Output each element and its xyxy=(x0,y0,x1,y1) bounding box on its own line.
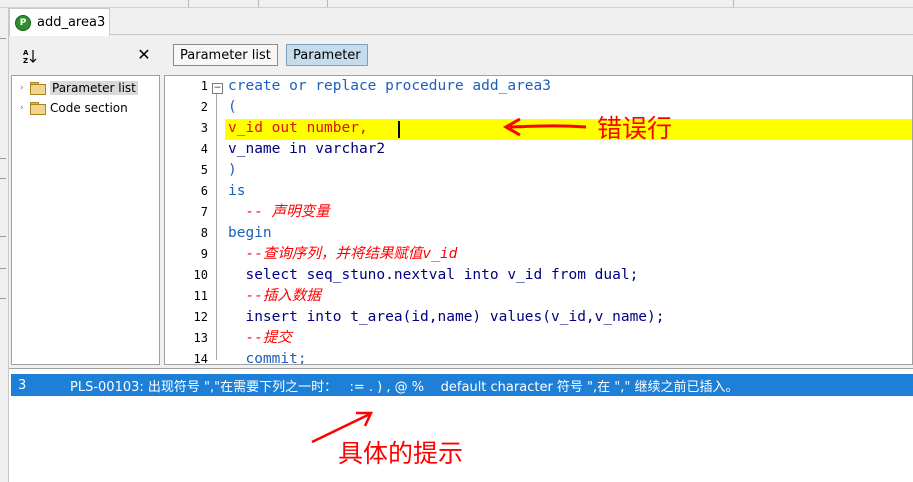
line-number: 4 xyxy=(200,142,208,156)
text-caret xyxy=(398,121,400,138)
tree-item-label: Code section xyxy=(50,101,128,115)
compile-message-row[interactable]: 3 PLS-00103: 出现符号 ","在需要下列之一时： := . ) , … xyxy=(11,374,913,396)
code-text: commit; xyxy=(228,351,307,365)
chevron-right-icon[interactable]: › xyxy=(20,103,30,113)
line-number: 10 xyxy=(193,268,208,282)
collapse-icon[interactable]: − xyxy=(212,83,223,94)
line-number: 5 xyxy=(200,163,208,177)
top-strip-divider xyxy=(327,0,328,7)
code-text: ( xyxy=(228,99,237,115)
fold-guide xyxy=(216,90,217,360)
left-dock-edge xyxy=(0,8,9,482)
sort-az-icon-glyph: A Z xyxy=(23,49,37,64)
line-number: 7 xyxy=(200,205,208,219)
dock-tick xyxy=(0,298,6,299)
code-text: v_name in varchar2 xyxy=(228,141,386,157)
tab-parameter-list[interactable]: Parameter list xyxy=(173,44,278,66)
annotation-hint: 具体的提示 xyxy=(338,439,464,468)
code-line[interactable]: create or replace procedure add_area3 xyxy=(228,76,551,97)
plsql-procedure-icon: P xyxy=(15,14,31,31)
code-comment: --查询序列，并将结果赋值v_id xyxy=(228,246,458,262)
document-tab-label: add_area3 xyxy=(37,15,106,30)
svg-text:Z: Z xyxy=(23,57,28,64)
code-text: is xyxy=(228,183,246,199)
top-strip-divider xyxy=(258,0,259,7)
line-number: 8 xyxy=(200,226,208,240)
code-line[interactable]: -- 声明变量 xyxy=(228,202,330,223)
line-number-gutter: 1 2 3 4 5 6 7 8 9 10 11 12 13 14 xyxy=(165,76,208,365)
line-number: 3 xyxy=(200,121,208,135)
code-comment: --提交 xyxy=(228,330,292,346)
line-number: 6 xyxy=(200,184,208,198)
code-line[interactable]: --提交 xyxy=(228,328,292,349)
code-text: ) xyxy=(228,162,237,178)
top-strip-divider xyxy=(733,0,734,7)
code-line[interactable]: ( xyxy=(228,97,237,118)
dock-tick xyxy=(0,158,6,159)
code-text: select seq_stuno.nextval into v_id from … xyxy=(228,267,639,283)
code-line[interactable]: ) xyxy=(228,160,237,181)
line-number: 1 xyxy=(200,79,208,93)
code-text: v_id out number, xyxy=(228,120,368,136)
line-number: 14 xyxy=(193,352,208,365)
annotation-error-line: 错误行 xyxy=(597,114,673,143)
folder-icon xyxy=(30,82,46,95)
code-line[interactable]: select seq_stuno.nextval into v_id from … xyxy=(228,265,638,286)
message-line-number: 3 xyxy=(18,377,27,393)
folder-icon xyxy=(30,102,46,115)
document-tab[interactable]: P add_area3 xyxy=(9,8,110,36)
tree-item-parameter-list[interactable]: › Parameter list xyxy=(20,79,138,97)
close-icon[interactable]: ✕ xyxy=(136,45,152,64)
line-number: 11 xyxy=(193,289,208,303)
code-line-error[interactable]: v_id out number, xyxy=(228,118,368,139)
sort-az-icon[interactable]: A Z xyxy=(20,46,40,66)
tree-item-label: Parameter list xyxy=(50,81,138,95)
code-comment: --插入数据 xyxy=(228,288,321,304)
code-line[interactable]: v_name in varchar2 xyxy=(228,139,385,160)
svg-text:A: A xyxy=(23,49,29,57)
line-number: 2 xyxy=(200,100,208,114)
line-number: 12 xyxy=(193,310,208,324)
chevron-right-icon[interactable]: › xyxy=(20,83,30,93)
code-line[interactable]: --插入数据 xyxy=(228,286,321,307)
tree-item-code-section[interactable]: › Code section xyxy=(20,99,128,117)
dock-tick xyxy=(0,268,6,269)
code-line[interactable]: insert into t_area(id,name) values(v_id,… xyxy=(228,307,665,328)
code-text: insert into t_area(id,name) values(v_id,… xyxy=(228,309,665,325)
top-strip-divider xyxy=(188,0,189,7)
code-comment: -- 声明变量 xyxy=(228,204,330,220)
code-text: create or replace procedure add_area3 xyxy=(228,78,552,94)
tab-parameter[interactable]: Parameter xyxy=(286,44,368,66)
code-text: begin xyxy=(228,225,272,241)
line-number: 13 xyxy=(193,331,208,345)
code-line[interactable]: begin xyxy=(228,223,272,244)
annotation-arrow-left-icon xyxy=(502,117,587,137)
navigator-tree: › Parameter list › Code section xyxy=(11,75,160,365)
line-number: 9 xyxy=(200,247,208,261)
dock-tick xyxy=(0,178,6,179)
dock-tick xyxy=(0,236,6,237)
document-tab-bar xyxy=(9,8,913,35)
code-line[interactable]: commit; xyxy=(228,349,307,365)
top-strip xyxy=(0,0,913,8)
code-line[interactable]: is xyxy=(228,181,245,202)
code-line[interactable]: --查询序列，并将结果赋值v_id xyxy=(228,244,457,265)
message-text: PLS-00103: 出现符号 ","在需要下列之一时： := . ) , @ … xyxy=(70,379,739,395)
dock-tick xyxy=(0,38,6,39)
